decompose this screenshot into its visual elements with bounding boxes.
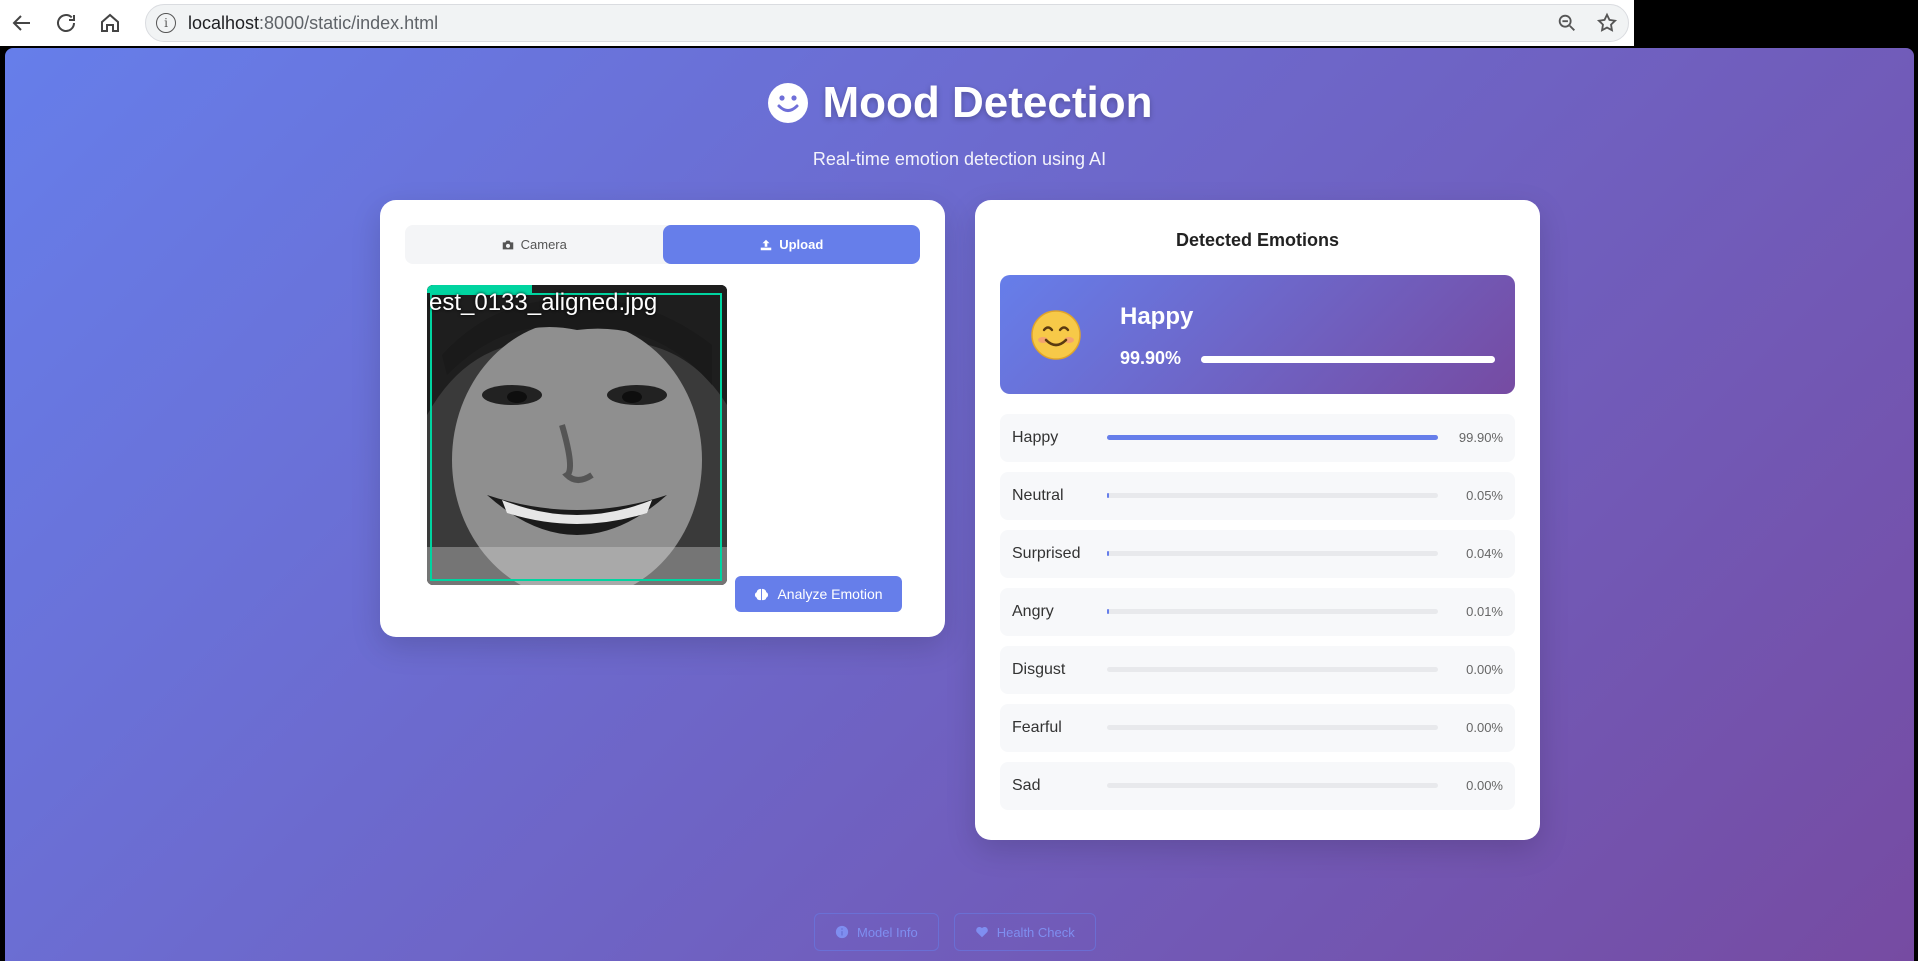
url-path: :8000/static/index.html: [259, 12, 439, 33]
emotion-value: 0.05%: [1466, 488, 1503, 503]
page-header: Mood Detection Real-time emotion detecti…: [5, 78, 1914, 170]
brain-icon: [755, 588, 769, 600]
app-page: Mood Detection Real-time emotion detecti…: [5, 48, 1914, 961]
emotion-row-disgust: Disgust 0.00%: [1000, 646, 1515, 694]
emotion-bar-fill: [1107, 493, 1109, 498]
results-title: Detected Emotions: [1175, 230, 1340, 250]
emotion-row-sad: Sad 0.00%: [1000, 762, 1515, 810]
emotion-bar: [1107, 493, 1438, 498]
uploaded-image-preview: est_0133_aligned.jpg: [427, 285, 727, 585]
health-check-button[interactable]: Health Check: [953, 913, 1096, 951]
page-title-text: Mood Detection: [822, 78, 1153, 127]
reload-icon: [57, 14, 75, 32]
results-card: Detected Emotions Happy 99.90% Happy 99.9…: [975, 200, 1540, 840]
analyze-emotion-button[interactable]: Analyze Emotion: [735, 576, 902, 612]
emotion-value: 0.00%: [1466, 720, 1503, 735]
tab-upload[interactable]: Upload: [662, 225, 920, 264]
emotion-name: Sad: [1012, 777, 1041, 794]
tab-camera[interactable]: Camera: [405, 225, 663, 264]
home-button[interactable]: [88, 1, 132, 45]
face-bounding-box: [430, 293, 722, 581]
emotion-bar-fill: [1107, 435, 1438, 440]
bookmark-star-icon[interactable]: [1596, 12, 1618, 34]
site-info-icon[interactable]: i: [156, 13, 176, 33]
emotion-row-angry: Angry 0.01%: [1000, 588, 1515, 636]
emotion-row-neutral: Neutral 0.05%: [1000, 472, 1515, 520]
emotion-value: 99.90%: [1458, 430, 1503, 445]
image-filename-overlay: est_0133_aligned.jpg: [429, 289, 658, 316]
emotion-name: Neutral: [1012, 487, 1064, 504]
emotion-bar: [1107, 667, 1438, 672]
emotion-list: Happy 99.90% Neutral 0.05% Surprised 0.04% Ang…: [1000, 414, 1515, 820]
top-emotion-bar: [1201, 356, 1495, 363]
window-corner: [1634, 0, 1918, 46]
top-emotion-value: 99.90%: [1120, 348, 1182, 368]
camera-icon: [502, 240, 513, 249]
emotion-name: Surprised: [1012, 545, 1081, 562]
model-info-label: Model Info: [857, 924, 918, 940]
emotion-name: Angry: [1012, 603, 1054, 620]
emotion-name: Fearful: [1012, 719, 1062, 736]
info-circle-icon: [835, 925, 849, 939]
emotion-value: 0.00%: [1466, 662, 1503, 677]
emotion-bar: [1107, 609, 1438, 614]
emotion-value: 0.01%: [1466, 604, 1503, 619]
analyze-emotion-label: Analyze Emotion: [777, 586, 883, 602]
top-emotion-panel: Happy 99.90%: [1000, 275, 1515, 394]
input-card: Camera Upload est_0133_aligned.jpg Analy…: [380, 200, 945, 637]
emotion-row-happy: Happy 99.90%: [1000, 414, 1515, 462]
emotion-bar: [1107, 551, 1438, 556]
emotion-name: Disgust: [1012, 661, 1066, 678]
reload-button[interactable]: [44, 1, 88, 45]
home-icon: [101, 13, 119, 32]
back-arrow-icon: [12, 15, 30, 31]
back-button[interactable]: [0, 1, 44, 45]
browser-toolbar: i localhost:8000/static/index.html: [0, 0, 1634, 46]
heart-icon: [975, 926, 988, 938]
address-bar[interactable]: i localhost:8000/static/index.html: [145, 4, 1629, 42]
emotion-row-surprised: Surprised 0.04%: [1000, 530, 1515, 578]
health-check-label: Health Check: [996, 924, 1075, 940]
smiling-face-icon: [1031, 310, 1081, 360]
emotion-bar: [1107, 783, 1438, 788]
emotion-value: 0.00%: [1466, 778, 1503, 793]
smile-icon: [767, 83, 808, 123]
url-text[interactable]: localhost:8000/static/index.html: [188, 13, 438, 34]
page-subtitle: Real-time emotion detection using AI: [812, 149, 1107, 169]
emotion-name: Happy: [1012, 429, 1059, 446]
emotion-bar-fill: [1107, 551, 1109, 556]
top-emotion-label: Happy: [1120, 303, 1194, 330]
upload-icon: [760, 239, 772, 250]
emotion-bar: [1107, 435, 1438, 440]
tab-upload-label: Upload: [779, 237, 824, 252]
footer-actions: Model Info Health Check: [814, 913, 1096, 951]
emotion-bar-fill: [1107, 609, 1109, 614]
emotion-value: 0.04%: [1466, 546, 1503, 561]
input-tabs: Camera Upload: [405, 225, 920, 264]
emotion-row-fearful: Fearful 0.00%: [1000, 704, 1515, 752]
page-title: Mood Detection: [767, 78, 1153, 128]
zoom-icon[interactable]: [1556, 12, 1578, 34]
emotion-bar: [1107, 725, 1438, 730]
url-host: localhost: [188, 12, 260, 33]
model-info-button[interactable]: Model Info: [814, 913, 939, 951]
tab-camera-label: Camera: [520, 237, 567, 252]
top-emotion-bar-fill: [1201, 356, 1495, 363]
